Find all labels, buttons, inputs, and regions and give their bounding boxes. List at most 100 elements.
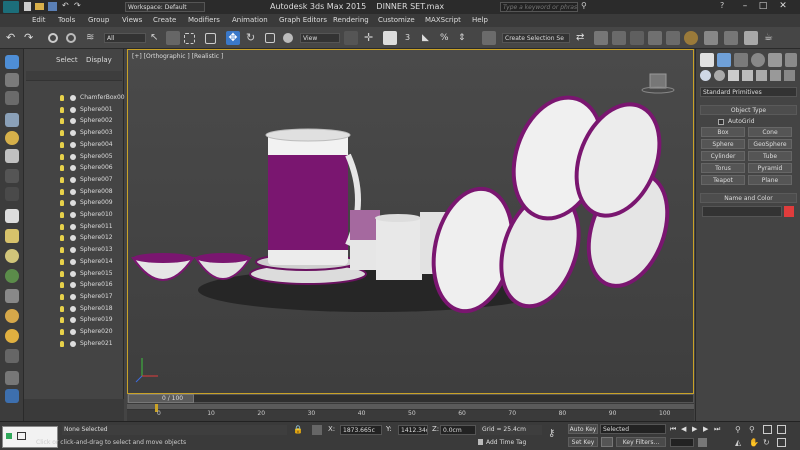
scene-tree-item[interactable]: ChamferBox00	[80, 94, 125, 101]
unlink-icon[interactable]	[66, 33, 76, 43]
light-bulb-icon[interactable]	[60, 340, 64, 347]
menu-rendering[interactable]: Rendering	[333, 16, 369, 24]
scene-tree-item[interactable]: Sphere011	[80, 223, 113, 230]
utilities-tab-icon[interactable]	[785, 53, 797, 67]
open-file-icon[interactable]	[35, 3, 44, 10]
menu-animation[interactable]: Animation	[232, 16, 268, 24]
select-by-name-icon[interactable]	[166, 31, 180, 45]
light-bulb-icon[interactable]	[60, 95, 64, 101]
default-tangents-icon[interactable]	[601, 437, 613, 447]
light-bulb-icon[interactable]	[60, 130, 64, 137]
scene-tree-item[interactable]: Sphere006	[80, 164, 113, 171]
region-select-icon[interactable]	[184, 33, 195, 44]
select-object-icon[interactable]: ↖	[150, 31, 164, 45]
redo-icon[interactable]: ↷	[74, 1, 81, 10]
maximize-button[interactable]: □	[756, 1, 770, 12]
minimize-button[interactable]: –	[738, 1, 752, 12]
options-icon[interactable]	[5, 389, 19, 403]
select-dependents-icon[interactable]	[5, 371, 19, 385]
filter-xrefs-icon[interactable]	[5, 249, 19, 263]
reference-coord-dropdown[interactable]: View	[300, 33, 340, 43]
next-frame-icon[interactable]: ▶	[703, 425, 708, 433]
scene-tree-item[interactable]: Sphere020	[80, 328, 113, 335]
menu-graph-editors[interactable]: Graph Editors	[279, 16, 327, 24]
select-manipulate-icon[interactable]: ✛	[364, 31, 378, 45]
scene-tree-item[interactable]: Sphere003	[80, 129, 113, 136]
light-bulb-icon[interactable]	[60, 293, 64, 300]
absolute-mode-icon[interactable]	[312, 425, 322, 435]
display-all-icon[interactable]	[5, 73, 19, 87]
set-key-button[interactable]: Set Key	[568, 437, 598, 447]
ribbon-toggle-icon[interactable]	[630, 31, 644, 45]
play-icon[interactable]: ▶	[692, 425, 697, 433]
light-bulb-icon[interactable]	[60, 282, 64, 289]
scene-tree-item[interactable]: Sphere005	[80, 153, 113, 160]
helpers-icon[interactable]	[756, 70, 767, 81]
light-bulb-icon[interactable]	[60, 153, 64, 160]
search-icon[interactable]: ⚲	[581, 1, 587, 10]
scene-tree-item[interactable]: Sphere015	[80, 270, 113, 277]
filter-hidden-icon[interactable]	[5, 329, 19, 343]
pivot-center-icon[interactable]	[344, 31, 358, 45]
schematic-view-icon[interactable]	[666, 31, 680, 45]
name-and-color-rollout[interactable]: Name and Color	[700, 193, 797, 203]
light-bulb-icon[interactable]	[60, 235, 64, 242]
plane-button[interactable]: Plane	[748, 175, 792, 185]
light-bulb-icon[interactable]	[60, 188, 64, 195]
light-bulb-icon[interactable]	[60, 223, 64, 230]
undo-icon[interactable]: ↶	[62, 1, 69, 10]
pan-icon[interactable]: ✋	[749, 438, 759, 447]
scene-tree-item[interactable]: Sphere001	[80, 106, 113, 113]
light-bulb-icon[interactable]	[60, 106, 64, 113]
render-setup-icon[interactable]	[704, 31, 718, 45]
hierarchy-tab-icon[interactable]	[734, 53, 748, 67]
menu-create[interactable]: Create	[153, 16, 176, 24]
display-tab-icon[interactable]	[768, 53, 782, 67]
current-frame-field[interactable]	[670, 438, 694, 447]
named-selection-dropdown[interactable]: Create Selection Se	[502, 33, 570, 43]
modify-tab-icon[interactable]	[717, 53, 731, 67]
search-input[interactable]	[500, 2, 578, 12]
percent-snap-icon[interactable]: %	[440, 31, 454, 45]
keyboard-shortcut-icon[interactable]	[383, 31, 397, 45]
display-invert-icon[interactable]	[5, 91, 19, 105]
key-mode-icon[interactable]: ⚷	[548, 428, 555, 439]
scene-tree-item[interactable]: Sphere012	[80, 234, 113, 241]
rotate-icon[interactable]: ↻	[246, 31, 260, 45]
pyramid-button[interactable]: Pyramid	[748, 163, 792, 173]
key-mode-dropdown[interactable]: Selected	[600, 424, 666, 434]
move-icon[interactable]: ✥	[226, 31, 240, 45]
light-bulb-icon[interactable]	[60, 270, 64, 277]
filter-helpers-icon[interactable]	[5, 187, 19, 201]
x-coordinate-field[interactable]: 1873.665c	[340, 425, 382, 435]
torus-button[interactable]: Torus	[701, 163, 745, 173]
new-file-icon[interactable]	[24, 2, 31, 11]
hierarchy-icon[interactable]	[5, 349, 19, 363]
material-editor-icon[interactable]	[684, 31, 698, 45]
selection-filter-dropdown[interactable]: All	[104, 33, 146, 43]
menu-maxscript[interactable]: MAXScript	[425, 16, 461, 24]
scene-tree-item[interactable]: Sphere021	[80, 340, 113, 347]
help-icon[interactable]: ?	[720, 1, 724, 10]
window-crossing-icon[interactable]	[205, 33, 216, 44]
prev-frame-icon[interactable]: ◀	[681, 425, 686, 433]
menu-views[interactable]: Views	[122, 16, 142, 24]
cylinder-button[interactable]: Cylinder	[701, 151, 745, 161]
filter-lights-icon[interactable]	[5, 149, 19, 163]
zoom-icon[interactable]: ⚲	[735, 425, 741, 434]
zoom-all-icon[interactable]: ⚲	[749, 425, 755, 434]
scene-tree-item[interactable]: Sphere002	[80, 117, 113, 124]
geosphere-button[interactable]: GeoSphere	[748, 139, 792, 149]
scene-tree-item[interactable]: Sphere014	[80, 258, 113, 265]
scene-tree-item[interactable]: Sphere008	[80, 188, 113, 195]
scene-tree-item[interactable]: Sphere016	[80, 281, 113, 288]
undo-scene-icon[interactable]: ↶	[6, 31, 20, 45]
time-config-icon[interactable]	[698, 438, 707, 447]
light-bulb-icon[interactable]	[60, 329, 64, 335]
filter-groups-icon[interactable]	[5, 229, 19, 243]
light-bulb-icon[interactable]	[60, 200, 64, 207]
scene-tree-item[interactable]: Sphere013	[80, 246, 113, 253]
space-warps-icon[interactable]	[770, 70, 781, 81]
systems-icon[interactable]	[784, 70, 795, 81]
app-logo[interactable]	[3, 1, 19, 13]
